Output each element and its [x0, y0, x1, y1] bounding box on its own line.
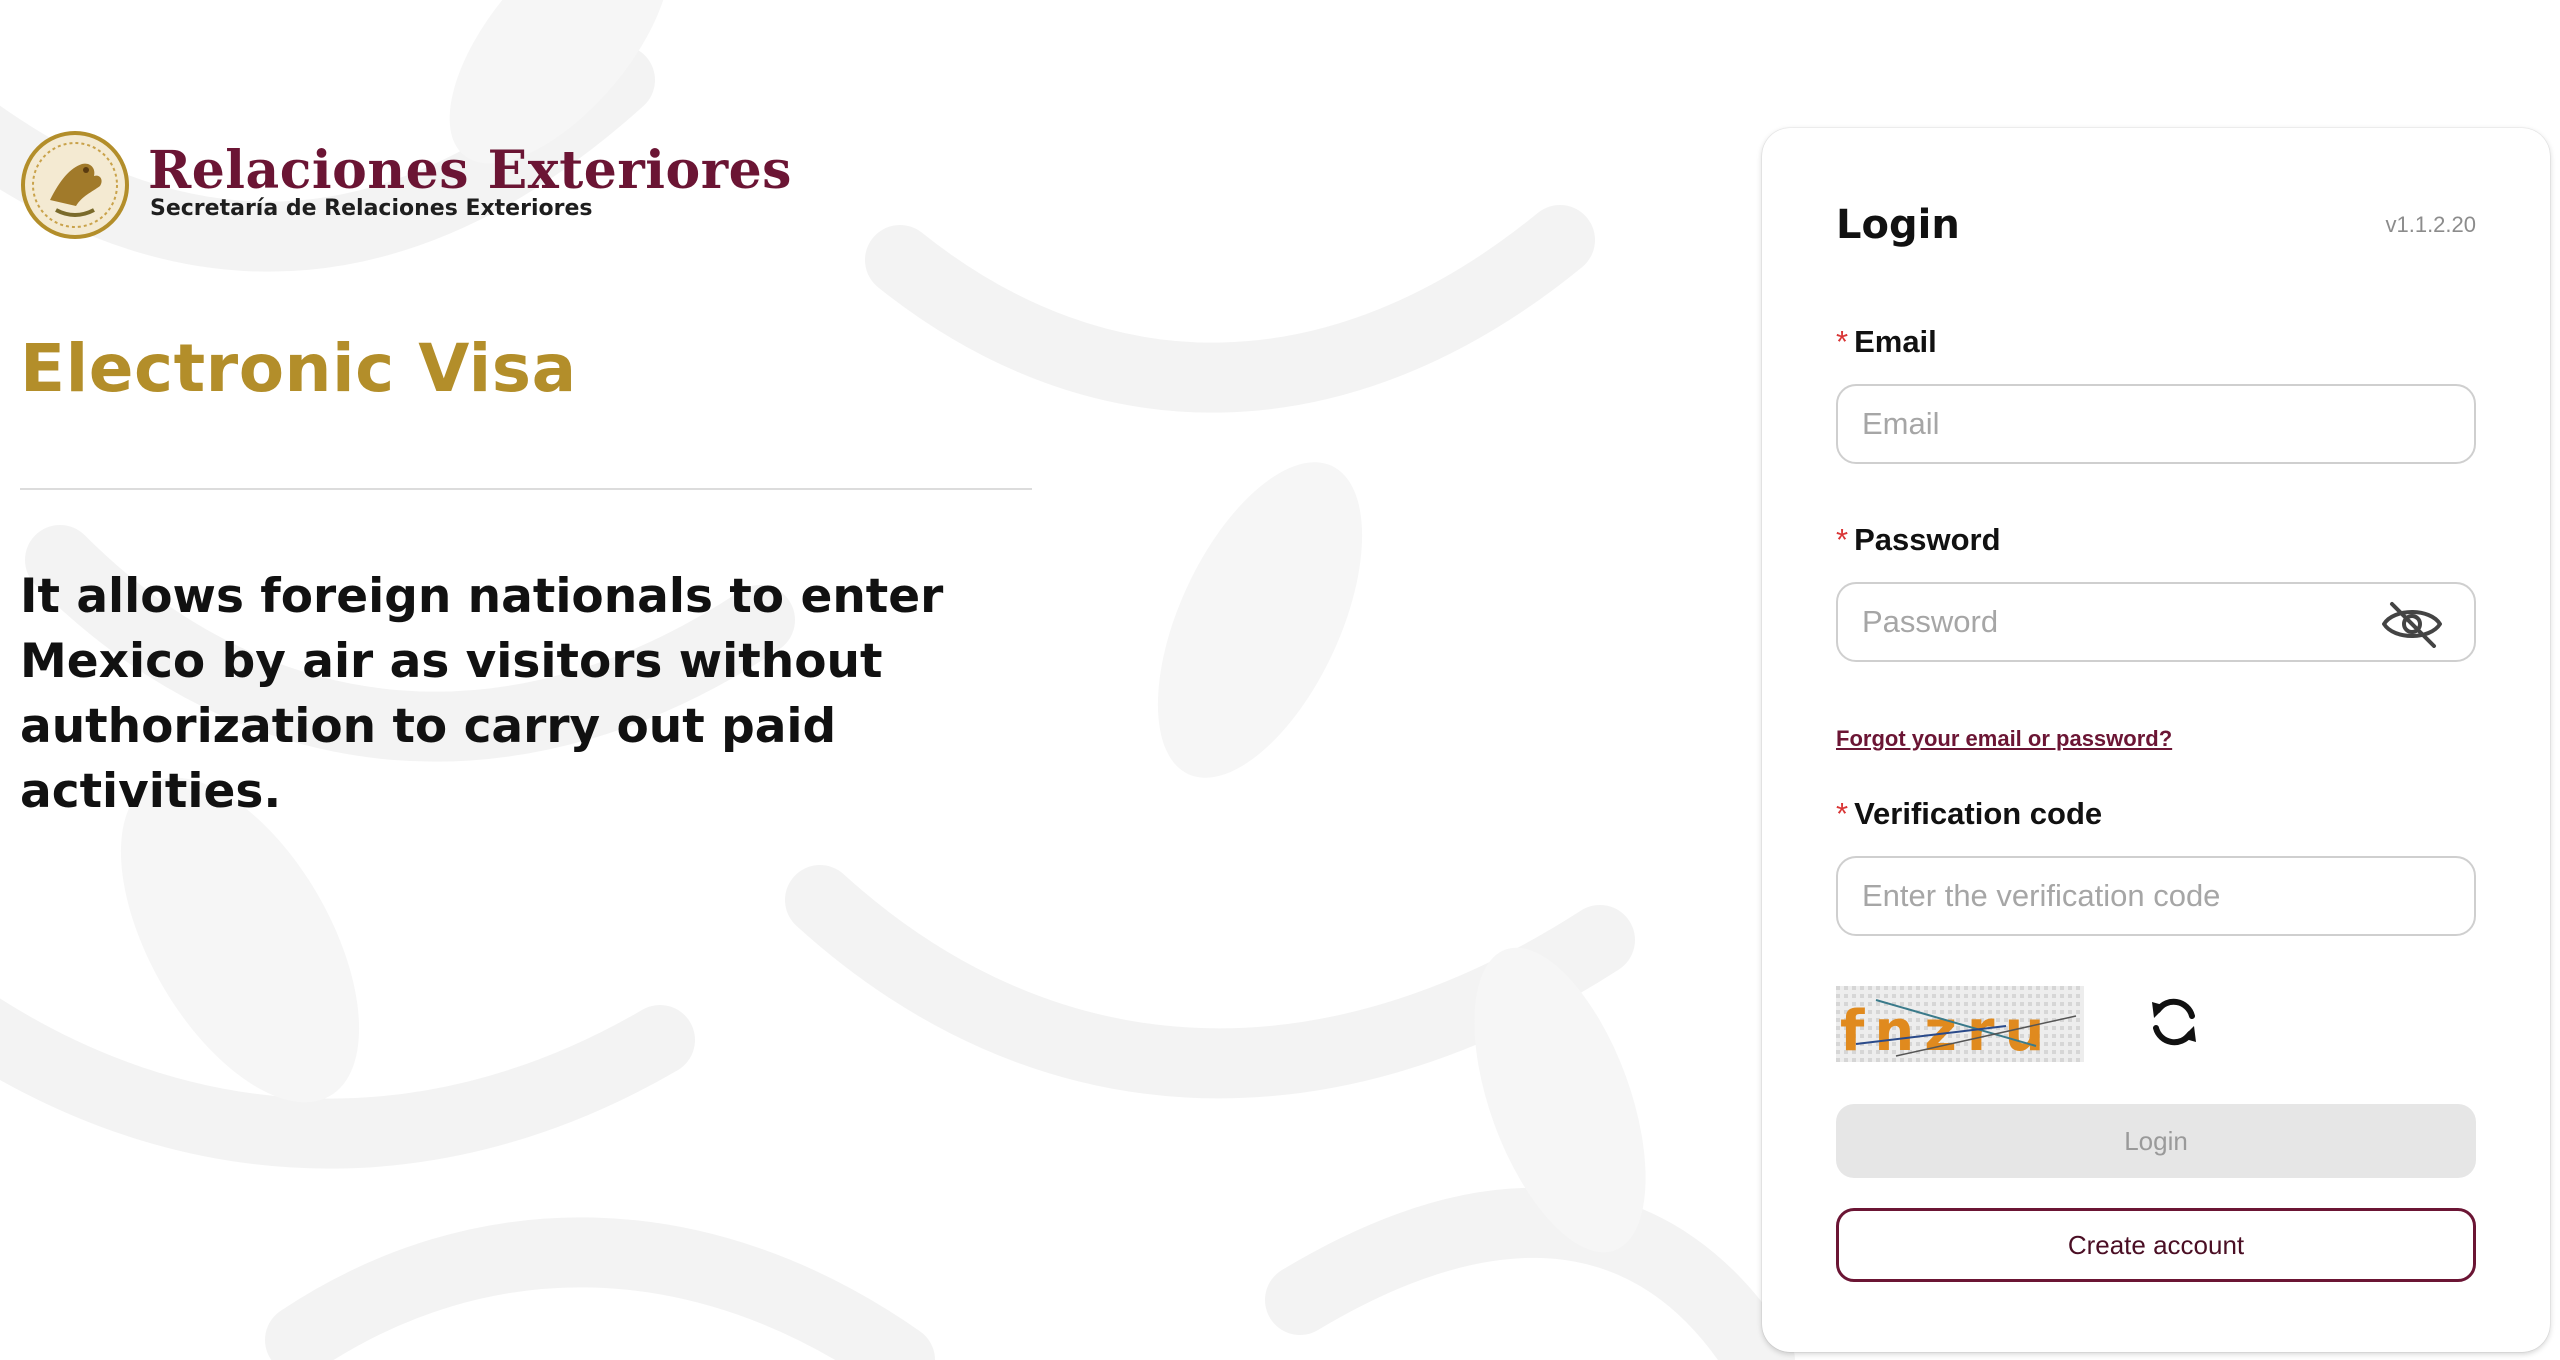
hero-description: It allows foreign nationals to enter Mex…	[20, 569, 944, 819]
login-card: Login v1.1.2.20 *Email *Password Forgot …	[1762, 128, 2550, 1352]
email-label: * Email	[1836, 324, 1937, 360]
required-marker: *	[1836, 522, 1849, 557]
logo-title: Relaciones Exteriores	[148, 140, 792, 201]
email-field	[1836, 384, 2476, 464]
captcha-text: fnzru	[1840, 999, 2054, 1062]
verification-field	[1836, 856, 2476, 936]
forgot-credentials-link[interactable]: Forgot your email or password?	[1836, 726, 2172, 752]
verification-code-input[interactable]	[1838, 858, 2474, 934]
login-button[interactable]: Login	[1836, 1104, 2476, 1178]
password-field	[1836, 582, 2476, 662]
password-label: * Password	[1836, 522, 2001, 558]
required-marker: *	[1836, 324, 1849, 359]
login-title: Login	[1836, 202, 1960, 248]
refresh-icon[interactable]	[2146, 994, 2202, 1050]
password-label-text: Password	[1854, 522, 2001, 557]
logo-subtitle: Secretaría de Relaciones Exteriores	[150, 196, 593, 221]
eye-slash-icon[interactable]	[2380, 600, 2444, 648]
password-input[interactable]	[1838, 584, 2474, 660]
verification-label: * Verification code	[1836, 796, 2102, 832]
email-input[interactable]	[1838, 386, 2474, 462]
email-label-text: Email	[1854, 324, 1937, 359]
mexico-eagle-seal-icon	[21, 131, 129, 239]
required-marker: *	[1836, 796, 1849, 831]
page-title: Electronic Visa	[20, 330, 577, 407]
version-label: v1.1.2.20	[2385, 212, 2476, 237]
divider	[20, 488, 1032, 490]
create-account-button[interactable]: Create account	[1836, 1208, 2476, 1282]
verification-label-text: Verification code	[1854, 796, 2103, 831]
captcha-image: fnzru	[1836, 986, 2084, 1062]
sre-logo: Relaciones Exteriores Secretaría de Rela…	[20, 126, 791, 244]
